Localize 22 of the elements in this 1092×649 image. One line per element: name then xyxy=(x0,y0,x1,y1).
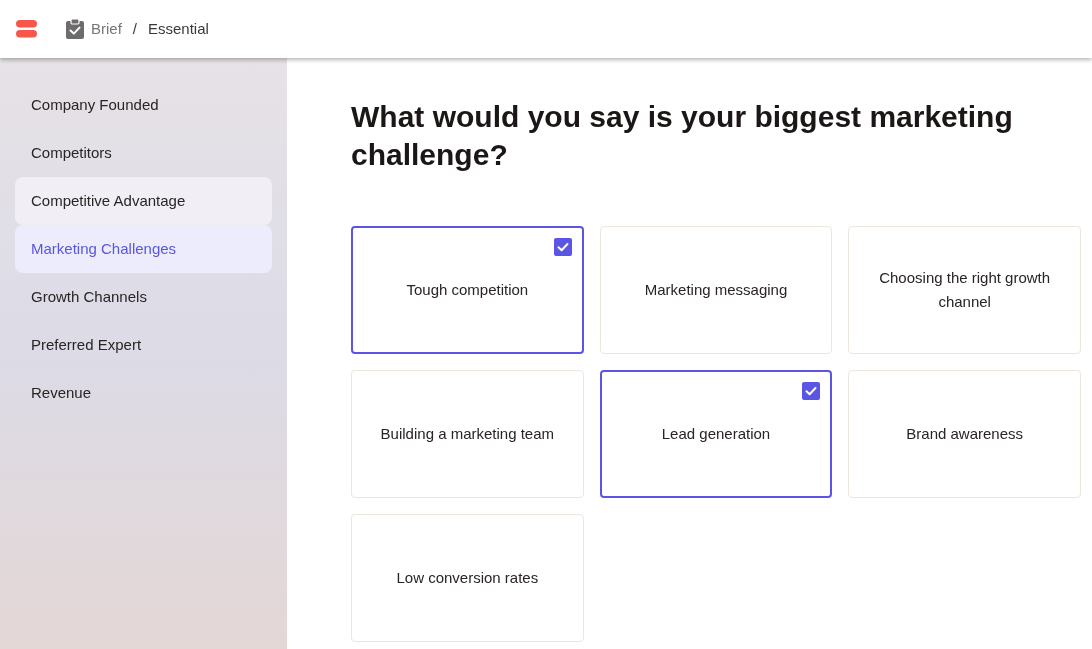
sidebar-item[interactable]: Company Founded xyxy=(15,81,272,129)
option-card[interactable]: Low conversion rates xyxy=(351,514,584,642)
clipboard-check-icon xyxy=(66,19,84,39)
sidebar-item[interactable]: Revenue xyxy=(15,369,272,417)
option-card[interactable]: Tough competition xyxy=(351,226,584,354)
breadcrumb-link[interactable]: Essential xyxy=(148,17,209,41)
option-card[interactable]: Choosing the right growth channel xyxy=(848,226,1081,354)
option-card[interactable]: Lead generation xyxy=(599,370,833,498)
question-heading: What would you say is your biggest marketing challenge? xyxy=(351,99,1014,173)
option-card[interactable]: Building a marketing team xyxy=(351,370,584,498)
checkbox-icon[interactable] xyxy=(553,238,572,256)
sidebar-item[interactable]: Marketing Challenges xyxy=(15,225,272,273)
breadcrumb-link[interactable]: Brief xyxy=(91,17,122,41)
sidebar-item[interactable]: Preferred Expert xyxy=(15,321,272,369)
option-card[interactable]: Marketing messaging xyxy=(599,226,833,354)
option-card[interactable]: Brand awareness xyxy=(848,370,1081,498)
logo-icon xyxy=(16,20,37,38)
breadcrumb-separator: / xyxy=(132,18,137,39)
sidebar-item[interactable]: Competitive Advantage xyxy=(15,177,272,225)
sidebar-item[interactable]: Competitors xyxy=(15,129,272,177)
sidebar-item[interactable]: Growth Channels xyxy=(15,273,272,321)
checkbox-icon[interactable] xyxy=(802,382,821,400)
